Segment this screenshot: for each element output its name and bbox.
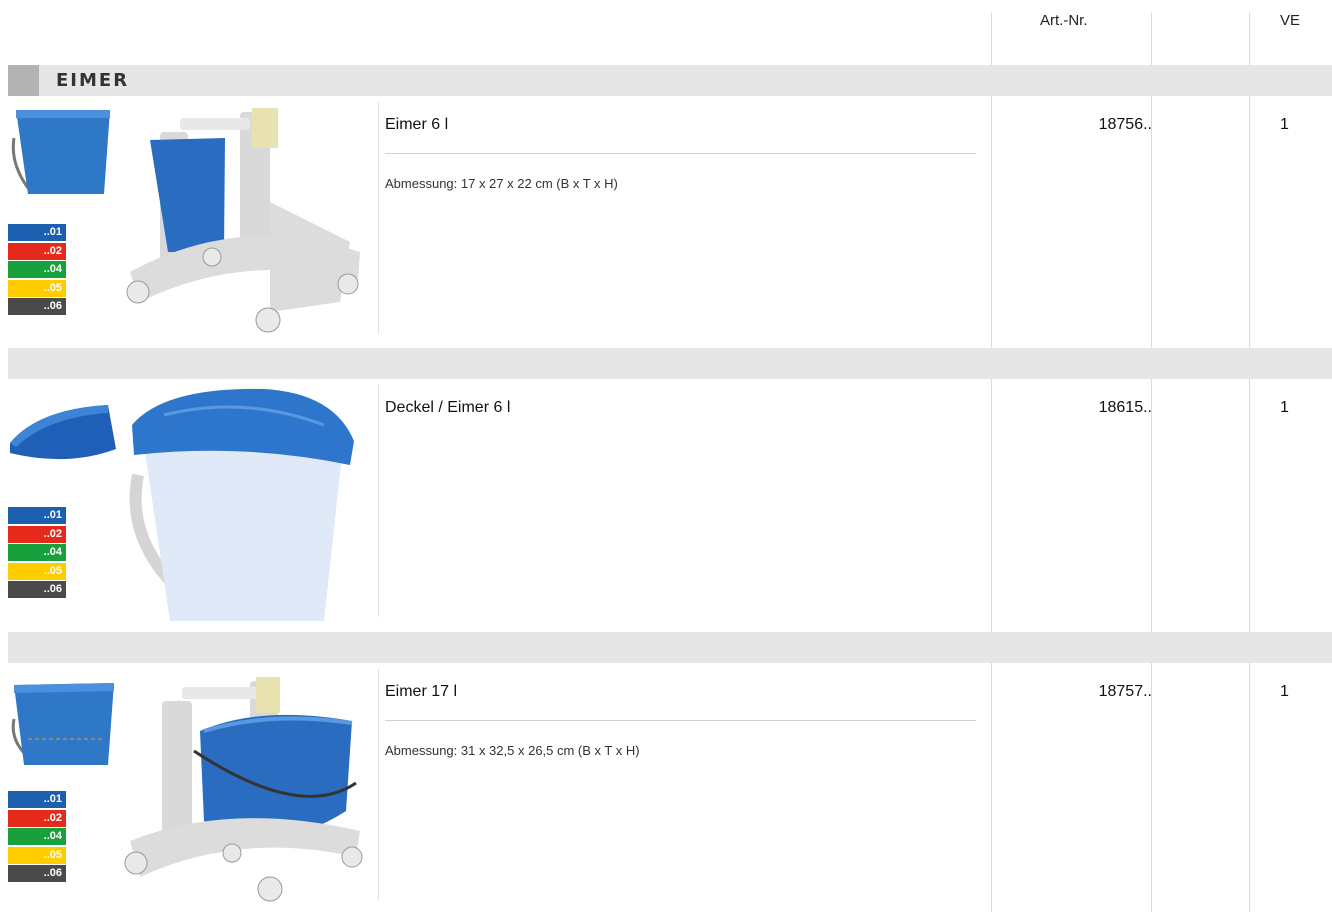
packaging-unit: 1: [1280, 399, 1289, 416]
color-code-green: ..04: [8, 261, 66, 279]
column-header-artnr: Art.-Nr.: [1040, 12, 1088, 29]
article-number: 18615..: [1098, 399, 1152, 416]
product-row: ..01 ..02 ..04 ..05 ..06 Eimer 17 l Abme…: [0, 663, 1332, 915]
color-code-green: ..04: [8, 828, 66, 846]
color-code-yellow: ..05: [8, 846, 66, 864]
packaging-unit: 1: [1280, 116, 1289, 133]
product-row: ..01 ..02 ..04 ..05 ..06 Eimer 6 l Abmes…: [0, 96, 1332, 348]
bucket-with-lid-image: [129, 388, 354, 621]
trolley-image: [124, 677, 363, 902]
article-number: 18756..: [1098, 116, 1152, 133]
name-underline: [385, 720, 976, 721]
row-separator-band: [8, 348, 1332, 379]
column-header-ve: VE: [1280, 12, 1301, 29]
color-code-grey: ..06: [8, 581, 66, 599]
product-name: Eimer 17 l: [385, 683, 458, 700]
product-dimensions: Abmessung: 17 x 27 x 22 cm (B x T x H): [385, 176, 618, 191]
column-divider: [378, 102, 379, 334]
product-dimensions: Abmessung: 31 x 32,5 x 26,5 cm (B x T x …: [385, 743, 640, 758]
color-code-red: ..02: [8, 809, 66, 827]
color-code-green: ..04: [8, 544, 66, 562]
section-header: EIMER: [8, 65, 1332, 96]
lid-small-image: [10, 405, 116, 460]
name-underline: [385, 153, 976, 154]
color-code-grey: ..06: [8, 865, 66, 883]
column-divider: [378, 385, 379, 617]
product-row: ..01 ..02 ..04 ..05 ..06 Deckel / Eimer …: [0, 379, 1332, 631]
color-code-blue: ..01: [8, 507, 66, 524]
section-marker: [8, 65, 39, 96]
packaging-unit: 1: [1280, 683, 1289, 700]
column-divider: [378, 669, 379, 901]
trolley-image: [126, 108, 360, 333]
color-code-list: ..01 ..02 ..04 ..05 ..06: [8, 224, 66, 317]
article-number: 18757..: [1098, 683, 1152, 700]
color-code-yellow: ..05: [8, 562, 66, 580]
bucket-large-image: [11, 683, 114, 765]
color-code-grey: ..06: [8, 298, 66, 316]
color-code-red: ..02: [8, 525, 66, 543]
color-code-yellow: ..05: [8, 279, 66, 297]
product-name: Deckel / Eimer 6 l: [385, 399, 511, 416]
color-code-red: ..02: [8, 242, 66, 260]
color-code-blue: ..01: [8, 791, 66, 808]
color-code-list: ..01 ..02 ..04 ..05 ..06: [8, 791, 66, 884]
section-title: EIMER: [56, 70, 130, 91]
bucket-small-image: [11, 110, 110, 194]
product-name: Eimer 6 l: [385, 116, 449, 133]
row-separator-band: [8, 632, 1332, 663]
color-code-list: ..01 ..02 ..04 ..05 ..06: [8, 507, 66, 600]
color-code-blue: ..01: [8, 224, 66, 241]
